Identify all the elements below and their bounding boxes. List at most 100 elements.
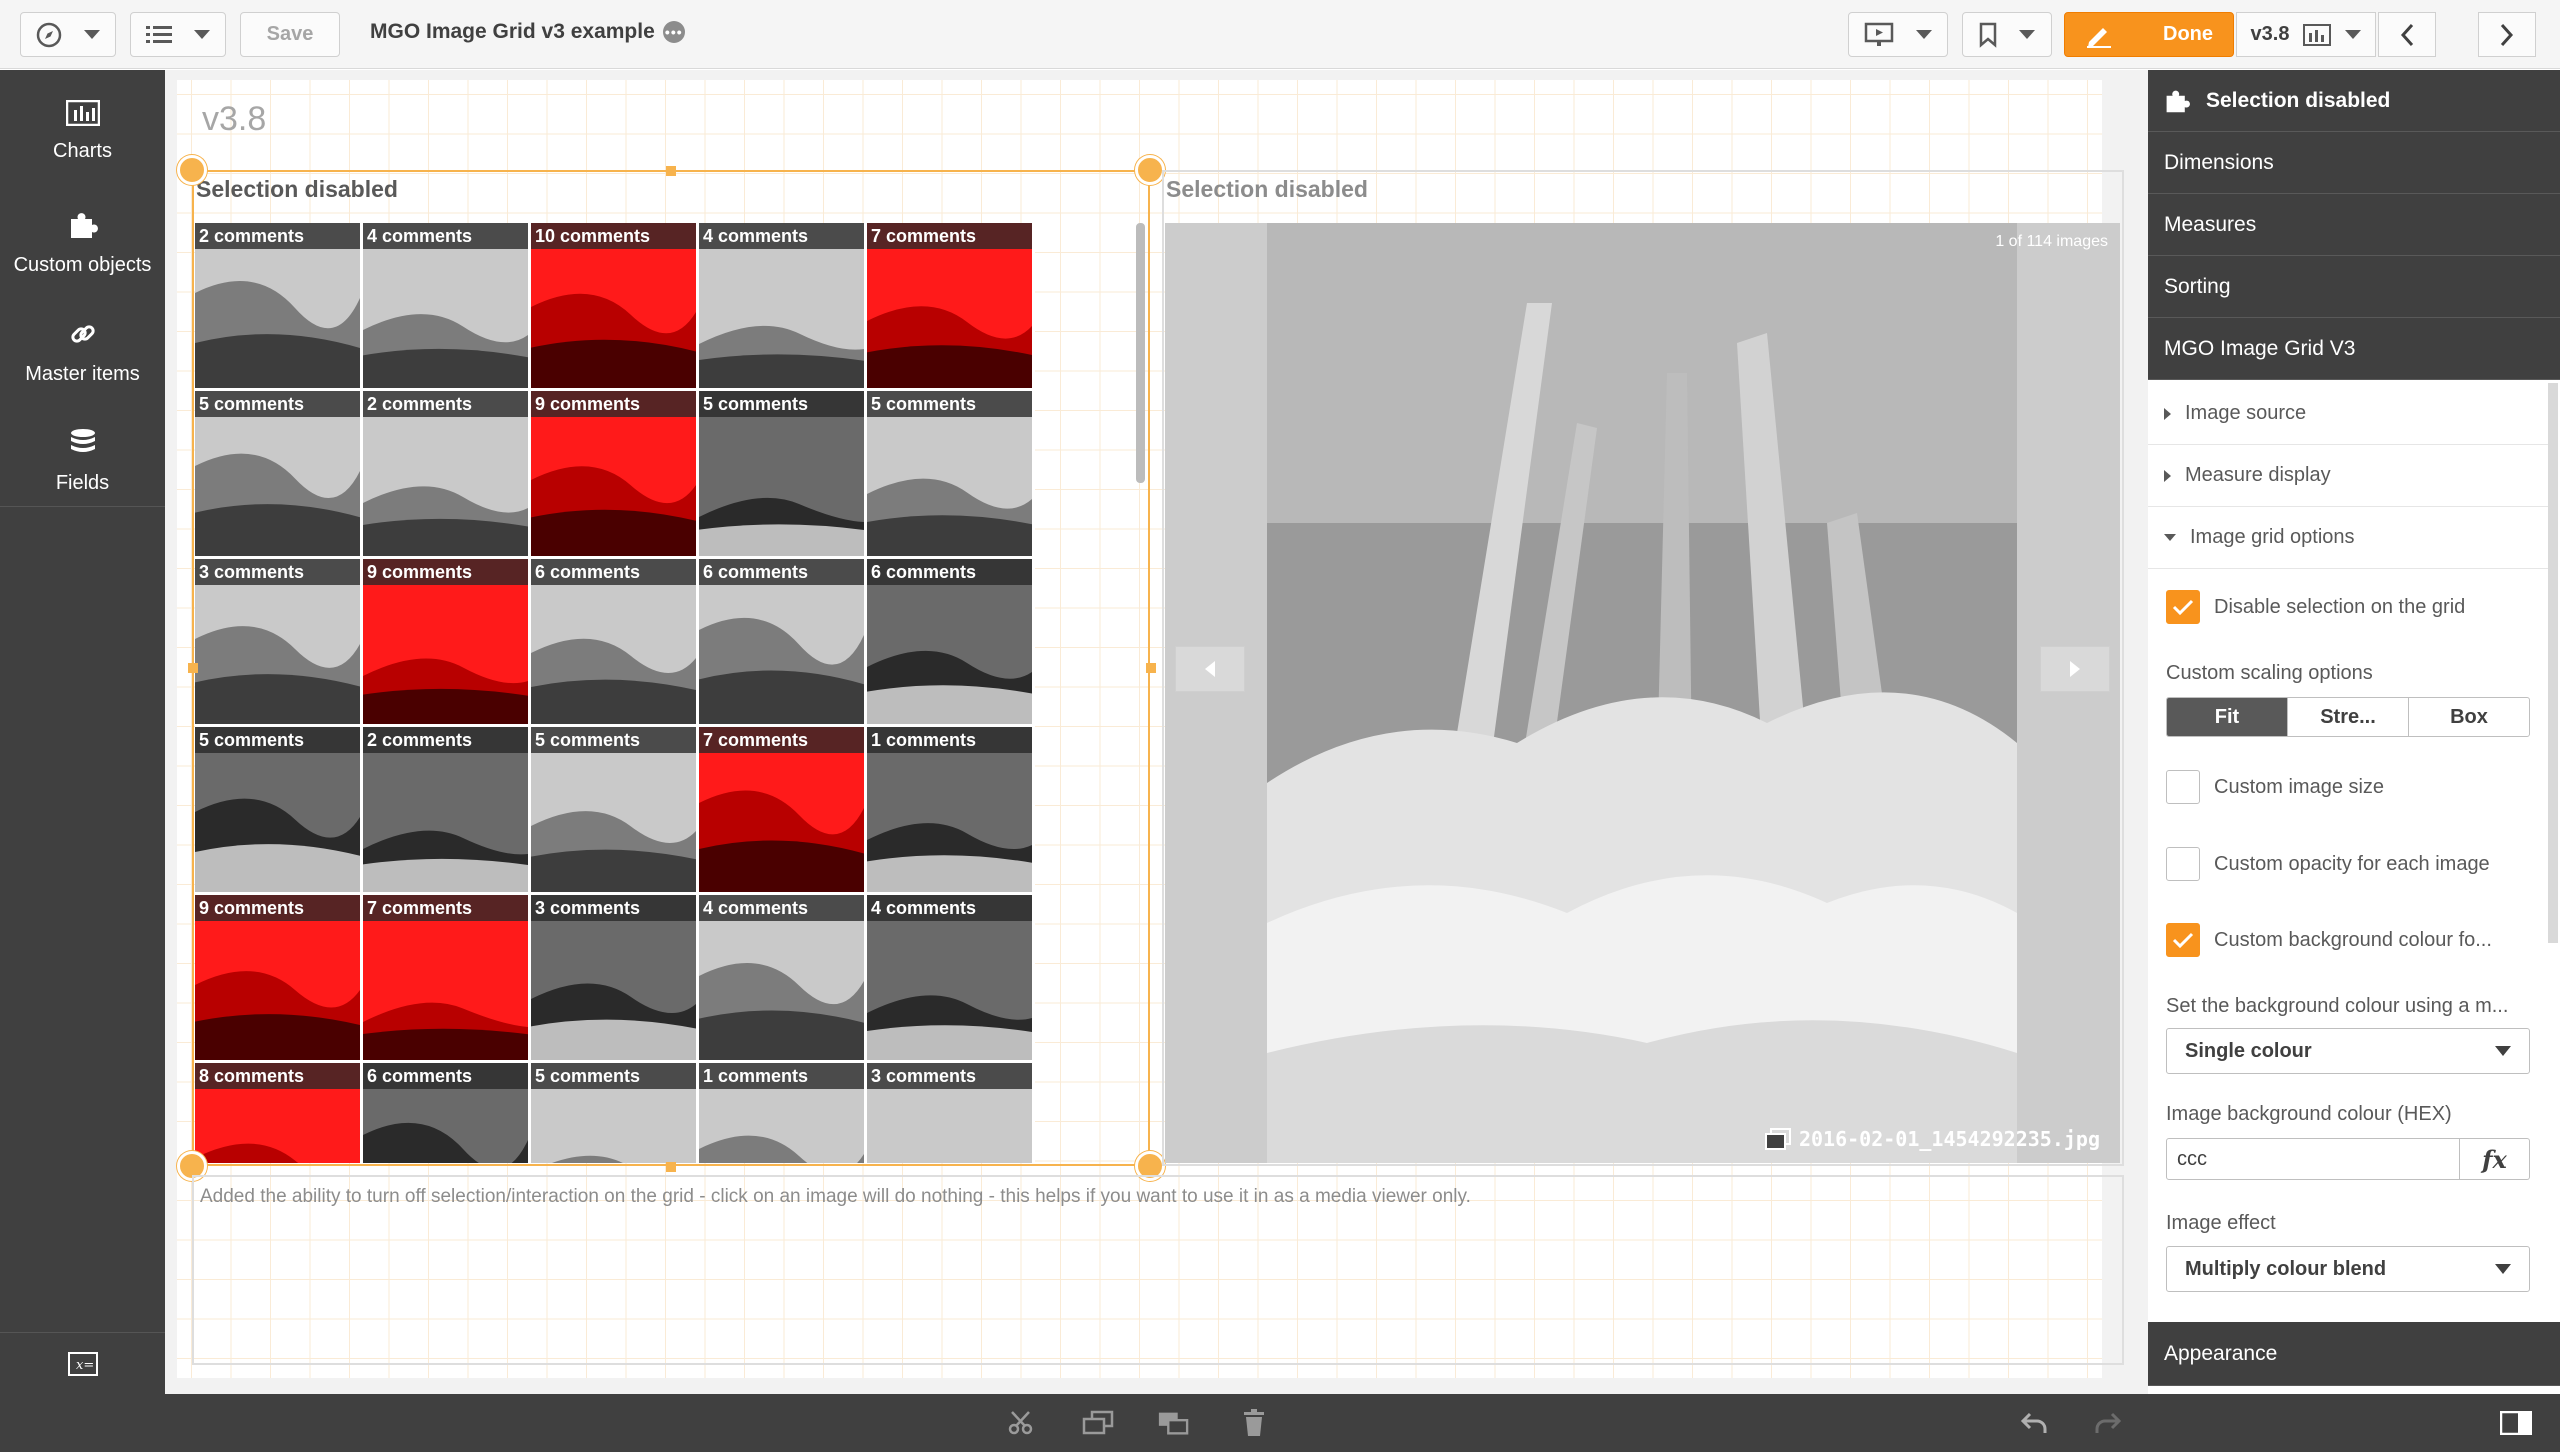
grid-thumbnail[interactable]: 6 comments — [699, 559, 864, 724]
grid-thumbnail[interactable]: 2 comments — [195, 223, 360, 388]
sheet-version-dropdown[interactable]: v3.8 — [2236, 12, 2376, 57]
grid-thumbnail[interactable]: 4 comments — [363, 223, 528, 388]
resize-handle-top-right[interactable] — [1135, 155, 1165, 185]
variables-button[interactable]: x= — [0, 1332, 165, 1394]
toggle-properties-panel-button[interactable] — [2500, 1408, 2532, 1438]
grid-thumbnail[interactable]: 5 comments — [531, 727, 696, 892]
section-mgo-image-grid[interactable]: MGO Image Grid V3 — [2148, 318, 2560, 380]
delete-button[interactable] — [1238, 1408, 1270, 1438]
subsection-image-grid-options[interactable]: Image grid options — [2148, 507, 2548, 569]
cut-button[interactable] — [1005, 1408, 1037, 1438]
navigation-menu-button[interactable] — [20, 12, 116, 57]
more-options-icon[interactable]: ••• — [662, 21, 685, 43]
resize-handle-left[interactable] — [188, 663, 198, 673]
grid-thumbnail[interactable]: 1 comments — [699, 1063, 864, 1163]
bookmark-button[interactable] — [1962, 12, 2052, 57]
image-effect-select[interactable]: Multiply colour blend — [2166, 1246, 2530, 1292]
nav-item-charts[interactable]: Charts — [0, 80, 165, 180]
grid-thumbnail[interactable]: 3 comments — [195, 559, 360, 724]
grid-thumbnail[interactable]: 4 comments — [699, 895, 864, 1060]
puzzle-icon — [70, 213, 98, 238]
scaling-stretch-button[interactable]: Stre... — [2288, 698, 2409, 736]
scaling-box-button[interactable]: Box — [2409, 698, 2529, 736]
checkbox-unchecked[interactable] — [2166, 770, 2200, 804]
grid-thumbnail[interactable]: 4 comments — [867, 895, 1032, 1060]
thumbnail-caption: 9 comments — [531, 391, 696, 417]
nav-item-fields[interactable]: Fields — [0, 408, 165, 508]
grid-scrollbar[interactable] — [1136, 223, 1145, 483]
subsection-image-source[interactable]: Image source — [2148, 383, 2548, 445]
section-dimensions[interactable]: Dimensions — [2148, 132, 2560, 194]
resize-handle-top[interactable] — [666, 166, 676, 176]
section-sorting[interactable]: Sorting — [2148, 256, 2560, 318]
grid-thumbnail[interactable]: 5 comments — [195, 391, 360, 556]
grid-thumbnail[interactable]: 9 comments — [363, 559, 528, 724]
sheet-menu-button[interactable] — [130, 12, 226, 57]
copy-button[interactable] — [1082, 1408, 1114, 1438]
grid-thumbnail[interactable]: 9 comments — [195, 895, 360, 1060]
grid-thumbnail[interactable]: 7 comments — [363, 895, 528, 1060]
section-measures[interactable]: Measures — [2148, 194, 2560, 256]
grid-thumbnail[interactable]: 5 comments — [867, 391, 1032, 556]
resize-handle-right[interactable] — [1146, 663, 1156, 673]
save-button[interactable]: Save — [240, 12, 340, 57]
image-grid[interactable]: 2 comments 4 comments 10 comments 4 comment… — [195, 223, 1035, 1163]
bg-hex-input[interactable] — [2166, 1138, 2460, 1180]
grid-thumbnail[interactable]: 6 comments — [363, 1063, 528, 1163]
app-title-text: MGO Image Grid v3 example — [370, 20, 655, 43]
disable-selection-checkbox[interactable]: Disable selection on the grid — [2166, 590, 2465, 624]
link-icon — [70, 325, 95, 343]
grid-thumbnail[interactable]: 4 comments — [699, 223, 864, 388]
scaling-fit-button[interactable]: Fit — [2167, 698, 2288, 736]
grid-thumbnail[interactable]: 7 comments — [699, 727, 864, 892]
grid-thumbnail[interactable]: 5 comments — [531, 1063, 696, 1163]
grid-thumbnail[interactable]: 3 comments — [531, 895, 696, 1060]
grid-thumbnail[interactable]: 8 comments — [195, 1063, 360, 1163]
undo-button[interactable] — [2018, 1408, 2050, 1438]
pencil-icon — [2087, 27, 2111, 48]
grid-thumbnail[interactable]: 6 comments — [867, 559, 1032, 724]
grid-thumbnail[interactable]: 1 comments — [867, 727, 1032, 892]
caret-right-icon — [2164, 407, 2171, 420]
previous-sheet-button[interactable] — [2378, 12, 2436, 57]
checkbox-label: Disable selection on the grid — [2214, 595, 2466, 618]
subsection-measure-display[interactable]: Measure display — [2148, 445, 2548, 507]
nav-item-master-items[interactable]: Master items — [0, 299, 165, 399]
next-image-button[interactable] — [2040, 646, 2110, 692]
checkbox-checked[interactable] — [2166, 590, 2200, 624]
bg-mode-select[interactable]: Single colour — [2166, 1028, 2530, 1074]
next-sheet-button[interactable] — [2478, 12, 2536, 57]
expression-editor-button[interactable]: fx — [2460, 1138, 2530, 1180]
present-button[interactable] — [1848, 12, 1948, 57]
custom-opacity-checkbox[interactable]: Custom opacity for each image — [2166, 847, 2490, 881]
thumbnail-caption: 2 comments — [195, 223, 360, 249]
custom-background-checkbox[interactable]: Custom background colour fo... — [2166, 923, 2492, 957]
thumbnail-caption: 5 comments — [195, 391, 360, 417]
grid-thumbnail[interactable]: 10 comments — [531, 223, 696, 388]
grid-thumbnail[interactable]: 6 comments — [531, 559, 696, 724]
grid-thumbnail[interactable]: 2 comments — [363, 727, 528, 892]
previous-image-button[interactable] — [1175, 646, 1245, 692]
sheet-title[interactable]: v3.8 — [202, 100, 266, 139]
copy-icon — [1082, 1410, 1114, 1435]
scaling-segmented-control: Fit Stre... Box — [2166, 697, 2530, 737]
grid-thumbnail[interactable]: 7 comments — [867, 223, 1032, 388]
grid-thumbnail[interactable]: 2 comments — [363, 391, 528, 556]
resize-handle-top-left[interactable] — [177, 155, 207, 185]
redo-button[interactable] — [2092, 1408, 2124, 1438]
resize-handle-bottom[interactable] — [666, 1162, 676, 1172]
custom-image-size-checkbox[interactable]: Custom image size — [2166, 770, 2384, 804]
grid-thumbnail[interactable]: 5 comments — [195, 727, 360, 892]
thumbnail-caption: 9 comments — [195, 895, 360, 921]
section-appearance[interactable]: Appearance — [2148, 1322, 2560, 1386]
checkbox-unchecked[interactable] — [2166, 847, 2200, 881]
grid-thumbnail[interactable]: 3 comments — [867, 1063, 1032, 1163]
checkbox-checked[interactable] — [2166, 923, 2200, 957]
puzzle-icon — [2166, 90, 2190, 112]
done-button[interactable]: Done — [2064, 12, 2234, 57]
properties-scrollbar[interactable] — [2548, 383, 2558, 943]
grid-thumbnail[interactable]: 5 comments — [699, 391, 864, 556]
paste-button[interactable] — [1157, 1408, 1189, 1438]
nav-item-custom-objects[interactable]: Custom objects — [0, 190, 165, 290]
grid-thumbnail[interactable]: 9 comments — [531, 391, 696, 556]
